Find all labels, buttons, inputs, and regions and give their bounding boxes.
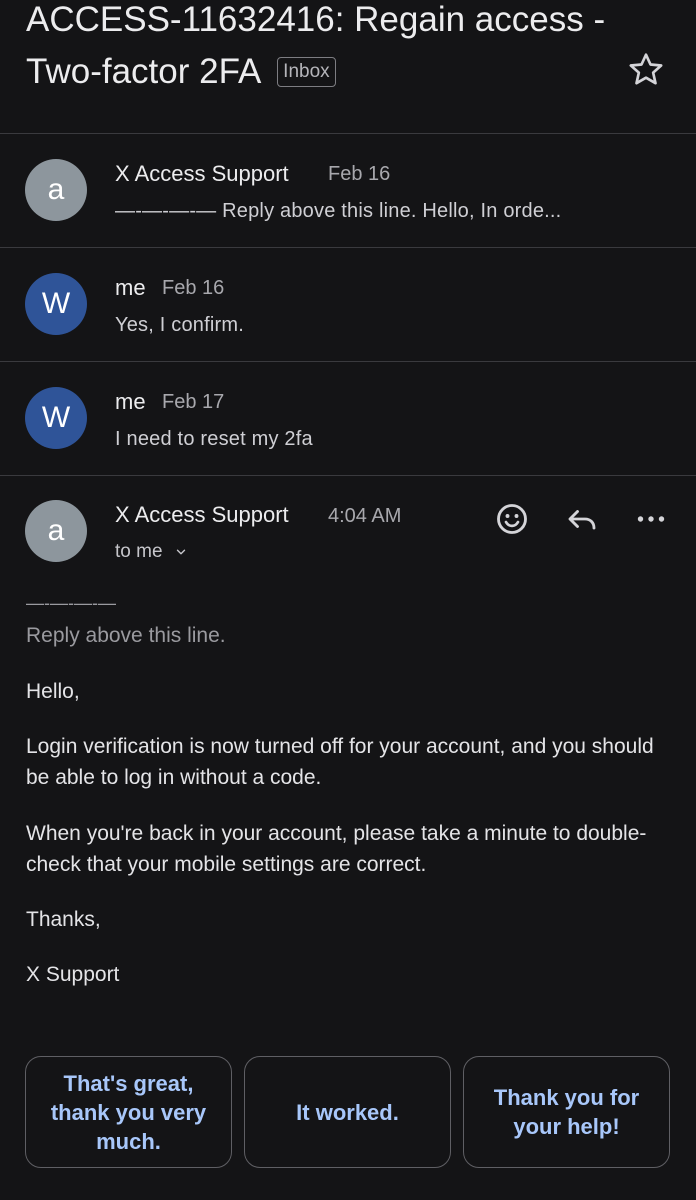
chevron-down-icon [176, 549, 186, 555]
star-icon[interactable] [626, 50, 666, 90]
avatar: a [25, 159, 87, 221]
sender-name: X Access Support [115, 502, 289, 527]
divider [0, 475, 696, 476]
email-subject: ACCESS-11632416: Regain access - Two-fac… [26, 0, 616, 98]
sender-name: me [115, 275, 146, 300]
message-paragraph: When you're back in your account, please… [26, 822, 647, 876]
message-snippet: I need to reset my 2fa [115, 428, 313, 450]
smart-reply-button[interactable]: That's great, thank you very much. [25, 1056, 232, 1168]
smart-reply-button[interactable]: Thank you for your help! [463, 1056, 670, 1168]
inbox-label-chip[interactable]: Inbox [277, 57, 336, 87]
closing: Thanks, [26, 908, 101, 931]
emoji-icon[interactable] [494, 501, 530, 537]
thread-message-collapsed[interactable]: a X Access Support Feb 16 —-—-—-— Reply … [0, 134, 696, 247]
sender-name: me [115, 389, 146, 414]
recipient-details-toggle[interactable]: to me [115, 541, 188, 563]
more-icon[interactable] [633, 501, 669, 537]
greeting: Hello, [26, 680, 80, 703]
message-time: 4:04 AM [328, 505, 402, 527]
thread-message-collapsed[interactable]: W me Feb 16 Yes, I confirm. [0, 248, 696, 361]
reply-icon[interactable] [564, 501, 600, 537]
reply-separator: —-—-—-— [26, 593, 116, 613]
smart-reply-button[interactable]: It worked. [244, 1056, 451, 1168]
sender-name: X Access Support [115, 161, 289, 186]
message-date: Feb 17 [162, 391, 225, 413]
message-snippet: Yes, I confirm. [115, 314, 244, 336]
thread-message-collapsed[interactable]: W me Feb 17 I need to reset my 2fa [0, 362, 696, 475]
reply-line-note: Reply above this line. [26, 624, 226, 647]
message-date: Feb 16 [162, 277, 225, 299]
avatar[interactable]: a [25, 500, 87, 562]
signature: X Support [26, 963, 120, 986]
avatar: W [25, 273, 87, 335]
message-snippet: —-—-—-— Reply above this line. Hello, In… [115, 200, 562, 222]
message-paragraph: Login verification is now turned off for… [26, 735, 654, 789]
recipient-label: to me [115, 541, 163, 562]
avatar: W [25, 387, 87, 449]
message-date: Feb 16 [328, 163, 391, 185]
